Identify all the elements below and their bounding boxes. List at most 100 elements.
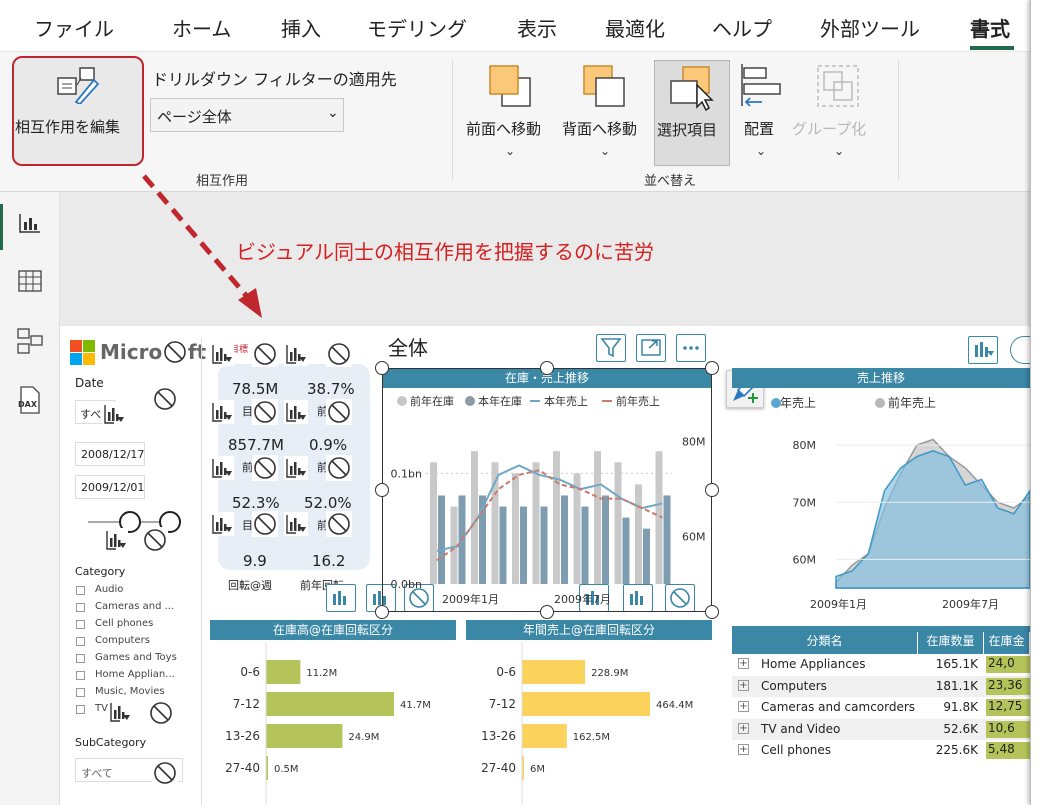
selection-pane-button[interactable]: 選択項目 (654, 60, 730, 166)
category-checkbox[interactable] (76, 586, 85, 595)
menu-insert[interactable]: 挿入 (281, 13, 321, 42)
category-checkbox[interactable] (76, 705, 85, 714)
sales-bar-chart[interactable]: 0-6 228.9M 7-12 464.4M 13-26 162.5M 27-40 6M (466, 642, 712, 805)
bring-forward-icon (489, 65, 531, 107)
interaction-icon-button[interactable] (968, 336, 998, 364)
category-item-label: Home Applian... (95, 669, 175, 680)
menu-file[interactable]: ファイル (34, 13, 114, 42)
bar-data-label: 6M (530, 764, 545, 775)
no-interaction-icon[interactable] (152, 760, 178, 786)
selection-pane-label: 選択項目 (657, 121, 718, 139)
menu-view[interactable]: 表示 (517, 13, 557, 42)
filter-interaction-button[interactable] (326, 584, 356, 612)
focus-mode-button[interactable] (636, 334, 666, 362)
area-chart[interactable]: 年売上 前年売上 80M 70M 60M 2009年1月 2009年7月 (732, 388, 1030, 616)
filter-interaction-icon[interactable] (210, 342, 234, 366)
category-checkbox[interactable] (76, 688, 85, 697)
no-interaction-icon[interactable] (326, 455, 352, 481)
filter-visual-button[interactable] (596, 334, 626, 362)
align-button[interactable]: 配置 ⌄ (734, 58, 788, 166)
table-column-header[interactable]: 在庫数量 (918, 632, 984, 654)
kpi-label: 回転@週 (228, 579, 272, 592)
no-interaction-icon[interactable] (148, 700, 174, 726)
dax-query-view-icon[interactable]: DAX (16, 386, 44, 414)
table-cell: Cameras and camcorders (761, 700, 916, 714)
menu-format[interactable]: 書式 (970, 13, 1010, 42)
menu-optimize[interactable]: 最適化 (605, 13, 665, 42)
bar (522, 692, 650, 716)
expand-icon[interactable]: + (738, 658, 749, 669)
subcategory-label: SubCategory (75, 736, 147, 749)
report-view-icon[interactable] (18, 212, 42, 234)
expand-icon[interactable]: + (738, 722, 749, 734)
send-backward-button[interactable]: 背面へ移動 ⌄ (558, 58, 654, 166)
resize-handle[interactable] (705, 605, 719, 619)
table-row[interactable]: + Home Appliances 165.1K 24,0 (732, 654, 1030, 675)
partial-icon-button[interactable] (1010, 336, 1030, 364)
resize-handle[interactable] (540, 361, 554, 375)
model-view-icon[interactable] (17, 328, 43, 354)
bring-forward-button[interactable]: 前面へ移動 ⌄ (462, 58, 558, 166)
table-row[interactable]: + Cell phones 225.6K 5,48 (732, 740, 1030, 761)
drillthrough-dropdown[interactable]: ページ全体 ⌄ (150, 98, 344, 132)
no-interaction-icon[interactable] (252, 341, 278, 367)
combo-chart[interactable]: 前年在庫 本年在庫 本年売上 前年売上 0.1bn 0.0bn 80M 60M 2009年1月 2… (382, 388, 712, 612)
more-options-button[interactable] (676, 334, 706, 362)
menu-home[interactable]: ホーム (172, 13, 231, 42)
resize-handle[interactable] (705, 361, 719, 375)
no-interaction-icon[interactable] (326, 341, 352, 367)
filter-interaction-icon[interactable] (102, 402, 126, 426)
filter-interaction-icon[interactable] (284, 400, 308, 424)
menu-external-tools[interactable]: 外部ツール (820, 13, 920, 42)
resize-handle[interactable] (705, 483, 719, 497)
filter-interaction-icon[interactable] (210, 400, 234, 424)
table-cell: 10,6 (986, 720, 1030, 738)
table-row[interactable]: + TV and Video 52.6K 10,6 (732, 718, 1030, 740)
date-from-input[interactable]: 2008/12/17 (75, 442, 145, 466)
filter-interaction-icon[interactable] (104, 528, 128, 552)
table-column-header[interactable]: 分類名 (732, 632, 918, 654)
expand-icon[interactable]: + (738, 744, 749, 755)
no-interaction-icon[interactable] (252, 511, 278, 537)
category-checkbox[interactable] (76, 671, 85, 680)
menu-modeling[interactable]: モデリング (367, 13, 467, 42)
inventory-bar-chart[interactable]: 0-6 11.2M 7-12 41.7M 13-26 24.9M 27-40 0.5M (210, 642, 456, 805)
expand-icon[interactable]: + (738, 679, 749, 691)
no-interaction-icon[interactable] (326, 399, 352, 425)
data-view-icon[interactable] (18, 270, 42, 292)
table-row[interactable]: + Computers 181.1K 23,36 (732, 675, 1030, 697)
bar (522, 724, 567, 748)
bar-category-label: 27-40 (481, 761, 516, 775)
date-to-input[interactable]: 2009/12/01 (75, 475, 145, 499)
expand-icon[interactable]: + (738, 701, 749, 712)
group-button[interactable]: グループ化 ⌄ (792, 58, 888, 166)
table-column-header[interactable]: 在庫金 (984, 632, 1030, 654)
edit-interactions-button[interactable]: 相互作用を編集 (12, 56, 144, 166)
resize-handle[interactable] (540, 605, 554, 619)
no-interaction-icon[interactable] (142, 527, 168, 553)
filter-interaction-icon[interactable] (108, 700, 132, 724)
category-checkbox[interactable] (76, 603, 85, 612)
category-checkbox[interactable] (76, 637, 85, 646)
menu-help[interactable]: ヘルプ (712, 13, 772, 42)
no-interaction-icon[interactable] (252, 455, 278, 481)
date-range-slider[interactable] (88, 508, 184, 534)
category-checkbox[interactable] (76, 620, 85, 629)
filter-interaction-icon[interactable] (284, 512, 308, 536)
filter-interaction-icon[interactable] (284, 456, 308, 480)
no-interaction-icon[interactable] (152, 386, 178, 412)
no-interaction-icon[interactable] (162, 339, 188, 365)
resize-handle[interactable] (375, 605, 389, 619)
filter-interaction-icon[interactable] (210, 512, 234, 536)
no-interaction-icon[interactable] (326, 511, 352, 537)
filter-panel-divider (201, 338, 202, 805)
resize-handle[interactable] (375, 361, 389, 375)
resize-handle[interactable] (375, 483, 389, 497)
legend-entry: 前年売上 (616, 394, 660, 408)
table-row[interactable]: + Cameras and camcorders 91.8K 12,75 (732, 697, 1030, 718)
filter-interaction-icon[interactable] (284, 342, 308, 366)
category-checkbox[interactable] (76, 654, 85, 663)
no-interaction-icon[interactable] (252, 399, 278, 425)
filter-interaction-icon[interactable] (210, 456, 234, 480)
active-tab-indicator (970, 46, 1014, 50)
